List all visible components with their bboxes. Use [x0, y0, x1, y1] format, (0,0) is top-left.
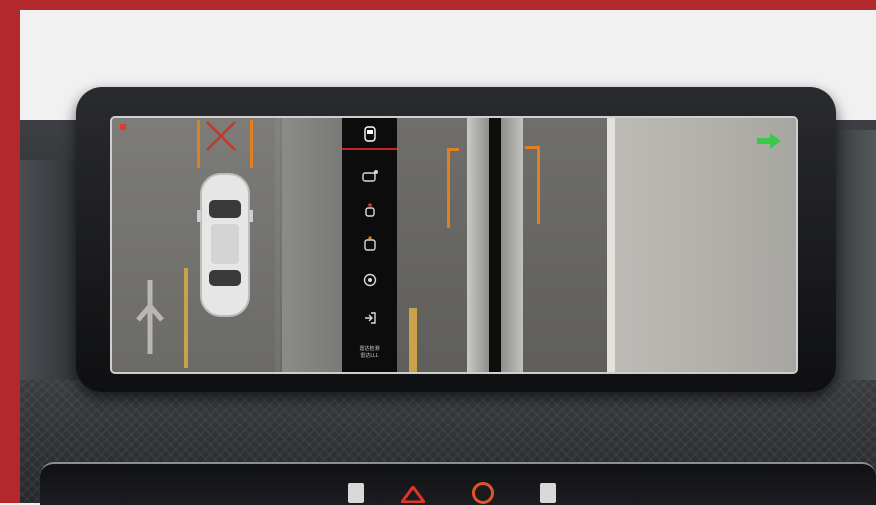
car-top-view-icon [363, 236, 376, 251]
camera-screen: 雷达检测 雷达LLL [110, 116, 798, 374]
camera-view-panel [397, 118, 796, 372]
menu-label-secondary: 雷达LLL [360, 353, 379, 359]
pillar [282, 118, 342, 372]
car-side-view-icon [361, 170, 378, 182]
surround-view-panel [112, 118, 342, 372]
right-arrow-icon [757, 133, 781, 149]
guide-line [447, 148, 450, 228]
wall [501, 118, 523, 372]
record-indicator-icon [120, 124, 126, 130]
console-button[interactable] [348, 483, 364, 503]
vehicle-icon [197, 173, 253, 317]
exit-icon [364, 312, 376, 324]
curb-line [607, 118, 615, 372]
menu-item-rear-view[interactable] [342, 196, 397, 224]
guide-line [525, 146, 539, 149]
split-divider [489, 118, 501, 372]
car-front-view-icon [363, 126, 376, 142]
road-arrow-marking [136, 280, 164, 354]
center-console [40, 462, 876, 505]
console-button[interactable] [540, 483, 556, 503]
camera-menu-bar: 雷达检测 雷达LLL [342, 118, 397, 372]
menu-label-primary: 雷达检测 [359, 346, 380, 352]
menu-item-side-view[interactable] [342, 162, 397, 190]
console-knob[interactable] [472, 482, 494, 504]
menu-item-front-view[interactable] [342, 120, 397, 150]
frame-top-border [0, 0, 876, 10]
menu-item-top-view[interactable] [342, 230, 397, 258]
blocked-zone-icon [206, 121, 236, 151]
guide-line [250, 120, 253, 168]
settings-icon [363, 273, 376, 287]
guide-line [447, 148, 459, 151]
menu-item-settings[interactable] [342, 266, 397, 294]
frame-left-border [0, 0, 20, 503]
car-rear-view-icon [364, 203, 375, 217]
lane-marking [184, 268, 188, 368]
floor-area [615, 118, 796, 372]
menu-item-exit[interactable] [342, 304, 397, 332]
wall [467, 118, 489, 372]
lane-marking [409, 308, 417, 372]
guide-line [537, 146, 540, 224]
guide-line [197, 120, 200, 168]
hazard-warning-icon[interactable] [401, 486, 425, 503]
